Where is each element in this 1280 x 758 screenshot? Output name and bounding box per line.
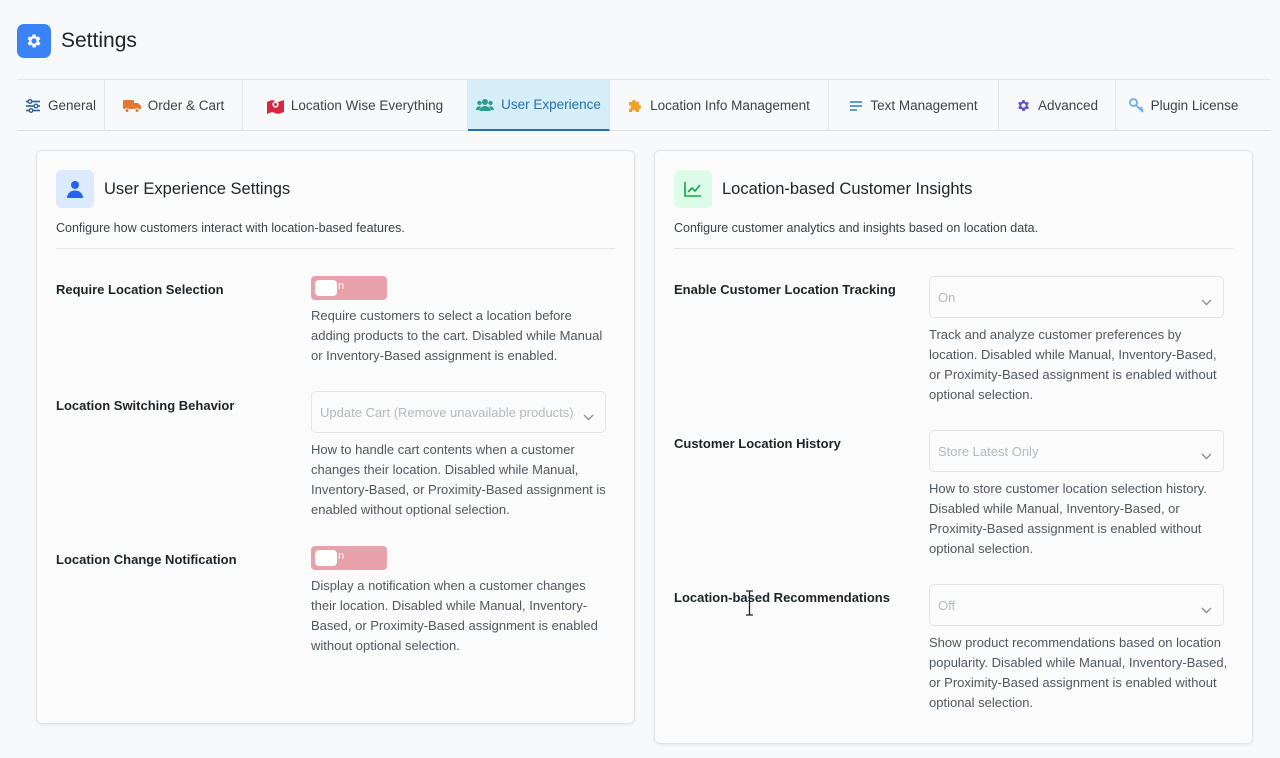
setting-label: Location-based Recommendations xyxy=(674,590,890,605)
card-title: User Experience Settings xyxy=(104,179,291,198)
setting-help: Show product recommendations based on lo… xyxy=(929,635,1228,710)
toggle-text: n xyxy=(338,550,345,562)
setting-label: Location Switching Behavior xyxy=(56,398,235,413)
page-title: Settings xyxy=(61,29,137,52)
setting-help: How to handle cart contents when a custo… xyxy=(311,442,606,517)
tab-location-info-management[interactable]: Location Info Management xyxy=(610,80,829,131)
divider xyxy=(674,248,1233,249)
divider xyxy=(56,248,615,249)
puzzle-icon xyxy=(628,98,643,113)
setting-label: Customer Location History xyxy=(674,436,841,451)
gear-icon xyxy=(17,24,51,58)
chevron-down-icon xyxy=(1201,293,1212,311)
map-icon xyxy=(266,98,284,114)
truck-icon xyxy=(122,99,141,113)
setting-label: Enable Customer Location Tracking xyxy=(674,282,896,297)
setting-help: Track and analyze customer preferences b… xyxy=(929,327,1217,402)
user-experience-settings-card: User Experience Settings Configure how c… xyxy=(36,150,635,724)
select-value: On xyxy=(938,290,956,305)
location-based-recommendations-select[interactable]: Off xyxy=(929,584,1224,626)
tab-plugin-license[interactable]: Plugin License xyxy=(1116,80,1251,131)
tab-general[interactable]: General xyxy=(17,80,105,131)
toggle-knob xyxy=(315,280,337,296)
setting-label: Require Location Selection xyxy=(56,282,224,297)
setting-help: Display a notification when a customer c… xyxy=(311,578,598,653)
users-icon xyxy=(476,98,495,112)
select-value: Store Latest Only xyxy=(938,444,1039,459)
card-description: Configure customer analytics and insight… xyxy=(674,221,1039,235)
card-description: Configure how customers interact with lo… xyxy=(56,221,405,235)
setting-help: Require customers to select a location b… xyxy=(311,308,603,363)
text-lines-icon xyxy=(849,100,863,112)
select-value: Off xyxy=(938,598,956,613)
customer-location-history-select[interactable]: Store Latest Only xyxy=(929,430,1224,472)
chevron-down-icon xyxy=(1201,447,1212,465)
setting-label: Location Change Notification xyxy=(56,552,237,567)
toggle-text: n xyxy=(338,280,345,292)
chevron-down-icon xyxy=(583,408,594,426)
tab-text-management[interactable]: Text Management xyxy=(829,80,999,131)
text-cursor-icon xyxy=(745,590,754,621)
toggle-knob xyxy=(315,550,337,566)
card-title: Location-based Customer Insights xyxy=(722,179,973,198)
tab-advanced[interactable]: Advanced xyxy=(999,80,1116,131)
tab-user-experience[interactable]: User Experience xyxy=(468,80,610,131)
setting-help: How to store customer location selection… xyxy=(929,481,1207,556)
key-icon xyxy=(1128,98,1144,113)
gear-icon xyxy=(1016,98,1031,113)
customer-location-tracking-select[interactable]: On xyxy=(929,276,1224,318)
user-icon xyxy=(56,170,94,208)
select-value: Update Cart (Remove unavailable products… xyxy=(320,405,574,420)
customer-insights-card: Location-based Customer Insights Configu… xyxy=(654,150,1253,744)
require-location-selection-toggle[interactable]: n xyxy=(311,276,387,300)
tab-order-cart[interactable]: Order & Cart xyxy=(105,80,243,131)
sliders-icon xyxy=(25,98,41,113)
location-switching-behavior-select[interactable]: Update Cart (Remove unavailable products… xyxy=(311,391,606,433)
location-change-notification-toggle[interactable]: n xyxy=(311,546,387,570)
chevron-down-icon xyxy=(1201,601,1212,619)
settings-tabs: General Order & Cart Location Wise Every… xyxy=(17,79,1271,131)
page-header: Settings xyxy=(17,23,137,59)
tab-location-wise-everything[interactable]: Location Wise Everything xyxy=(243,80,468,131)
chart-line-icon xyxy=(674,170,712,208)
